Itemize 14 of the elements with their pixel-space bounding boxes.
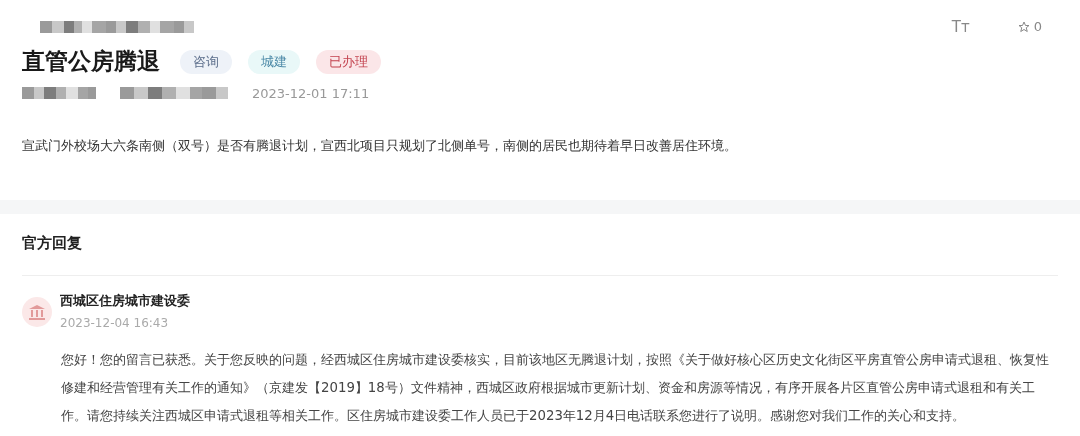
avatar-icon [22,296,52,327]
tag: 已办理 [316,50,381,74]
question-date: 2023-12-01 17:11 [252,84,370,103]
favorite-button[interactable]: 0 [1017,17,1042,37]
department-name: 西城区住房城市建设委 [60,291,190,310]
question-title: 直管公房腾退 [22,48,160,76]
section-heading: 官方回复 [22,214,1058,276]
font-size-button[interactable]: Tт [951,15,970,39]
tag: 城建 [248,50,300,74]
reply-date: 2023-12-04 16:43 [60,315,170,333]
star-icon [1017,21,1030,33]
reply-text: 您好！您的留言已获悉。关于您反映的问题，经西城区住房城市建设委核实，目前该地区无腾退计划，按照《关于做好核心区历史文化街区平房直管公房申请式退租、恢复性修建和经营管理有关工作的通知》（京建发【2019】18号）文件精神，西城区政府根据城市更新计划、资金和房源等情况，有序开展各片区直管公房申请式退租和有关工作。请您持续关注西城区申请式退租等相关工作。区住房城市建设委工作人员已于2023年12月4日电话联系您进行了说明。感谢您对我们工作的关心和支持。 [61,351,1050,426]
question-text: 宣武门外校场大六条南侧（双号）是否有腾退计划，宣西北项目只规划了北侧单号，南侧的居民也期待着早日改善居住环境。 [22,137,738,156]
tag: 咨询 [180,50,232,74]
